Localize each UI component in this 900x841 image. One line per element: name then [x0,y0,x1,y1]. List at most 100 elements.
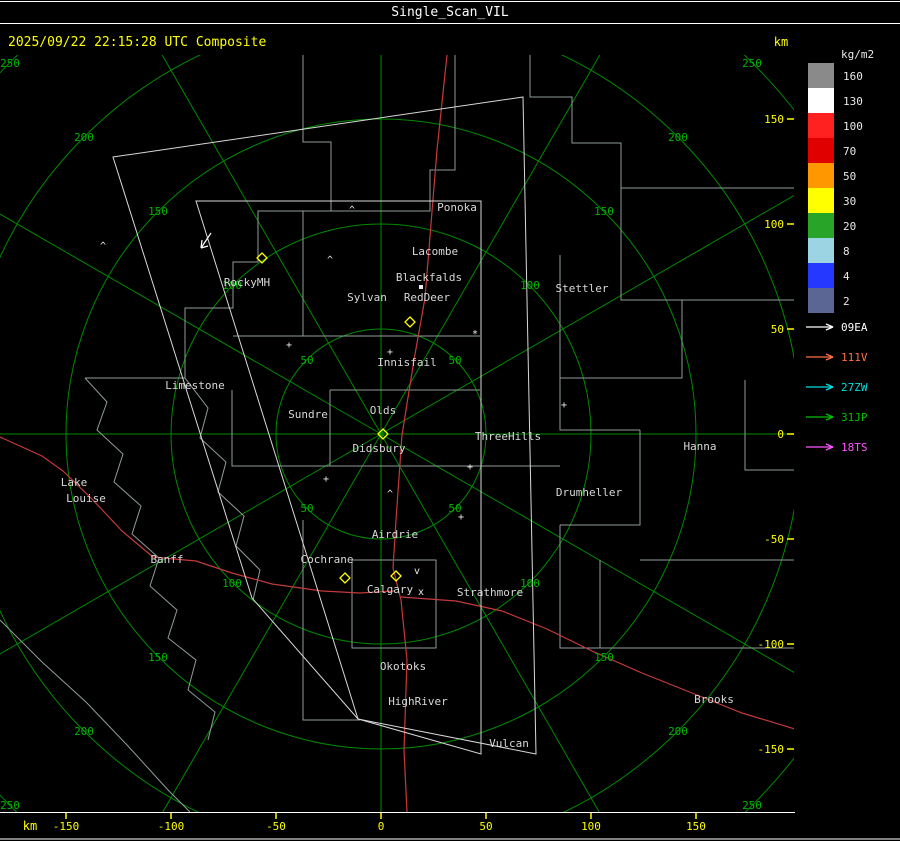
range-label: 50 [300,502,313,515]
scale-swatch [808,213,834,238]
point-marker: + [286,340,292,351]
scale-value: 70 [843,145,856,158]
city-label: ThreeHills [475,430,541,443]
scale-value: 30 [843,195,856,208]
scale-swatch [808,288,834,313]
window-title: Single_Scan_VIL [391,5,509,20]
city-label: Ponoka [437,201,477,214]
city-label: Strathmore [457,586,523,599]
range-label: 150 [148,205,168,218]
range-label: 200 [74,725,94,738]
scale-swatch [808,238,834,263]
range-label: 100 [222,577,242,590]
bottom-axis-label: 50 [479,820,492,833]
point-marker: v [414,566,420,577]
bottom-axis-unit: km [23,819,37,833]
range-label: 200 [668,131,688,144]
range-label: 250 [742,799,762,812]
station-id: 09EA [841,321,868,334]
right-axis-label: -100 [758,638,785,651]
city-label: Lake [61,476,88,489]
city-label: Airdrie [372,528,418,541]
scale-value: 160 [843,70,863,83]
scale-swatch [808,88,834,113]
point-marker: ^ [100,241,106,252]
range-label: 250 [742,57,762,70]
scale-value: 20 [843,220,856,233]
bottom-axis-label: -100 [158,820,185,833]
point-marker: + [561,400,567,411]
map-area: 250 250 250 250 200 200 200 200 150 150 150 150 100 1… [0,55,794,812]
range-label: 150 [594,651,614,664]
bottom-axis-label: -150 [53,820,80,833]
city-label: Okotoks [380,660,426,673]
bottom-axis-label: 0 [378,820,385,833]
scale-swatch [808,188,834,213]
point-marker: * [472,329,478,340]
city-label: Lacombe [412,245,458,258]
city-label: Calgary [367,583,414,596]
city-label: Drumheller [556,486,623,499]
scale-value: 100 [843,120,863,133]
scale-value: 50 [843,170,856,183]
bottom-axis-label: -50 [266,820,286,833]
scale-swatch [808,138,834,163]
city-label: Brooks [694,693,734,706]
bottom-axis-label: 150 [686,820,706,833]
point-marker: ^ [327,255,333,266]
point-marker: + [458,512,464,523]
city-label: Cochrane [301,553,354,566]
scale-swatch [808,163,834,188]
right-axis-label: 50 [771,323,784,336]
point-marker: ^ [387,489,393,500]
station-id: 111V [841,351,868,364]
city-label: Limestone [165,379,225,392]
scale-value: 2 [843,295,850,308]
range-label: 200 [668,725,688,738]
scale-swatch [808,63,834,88]
right-axis-label: 100 [764,218,784,231]
city-label: Blackfalds [396,271,462,284]
scale-value: 4 [843,270,850,283]
city-label: Vulcan [489,737,529,750]
range-label: 150 [148,651,168,664]
bottom-axis-label: 100 [581,820,601,833]
city-label: Banff [150,553,183,566]
scale-value: 8 [843,245,850,258]
right-axis-unit: km [774,35,788,49]
scan-timestamp: 2025/09/22 22:15:28 UTC Composite [8,35,266,50]
point-marker: + [467,462,473,473]
point-marker: + [323,474,329,485]
station-id: 31JP [841,411,868,424]
city-label: HighRiver [388,695,448,708]
scale-swatch [808,113,834,138]
city-label: Stettler [556,282,609,295]
scale-value: 130 [843,95,863,108]
city-label: RedDeer [404,291,451,304]
right-axis-label: 150 [764,113,784,126]
right-axis-label: 0 [777,428,784,441]
range-label: 250 [0,57,20,70]
legend-unit: kg/m2 [841,48,874,61]
city-label: Louise [66,492,106,505]
station-id: 27ZW [841,381,868,394]
range-label: 150 [594,205,614,218]
city-label: Didsbury [353,442,406,455]
station-id: 18TS [841,441,868,454]
city-label: Sundre [288,408,328,421]
city-label: Innisfail [377,356,437,369]
right-axis-label: -50 [764,533,784,546]
city-label: RockyMH [224,276,270,289]
range-label: 50 [448,354,461,367]
city-label: Olds [370,404,397,417]
range-label: 250 [0,799,20,812]
radar-app-window: Single_Scan_VIL 2025/09/22 22:15:28 UTC … [0,0,900,841]
point-marker [419,285,423,289]
range-label: 100 [520,279,540,292]
point-marker: ^ [349,205,355,216]
city-label: Hanna [683,440,716,453]
scale-swatch [808,263,834,288]
right-axis-label: -150 [758,743,785,756]
range-label: 50 [300,354,313,367]
city-label: Sylvan [347,291,387,304]
